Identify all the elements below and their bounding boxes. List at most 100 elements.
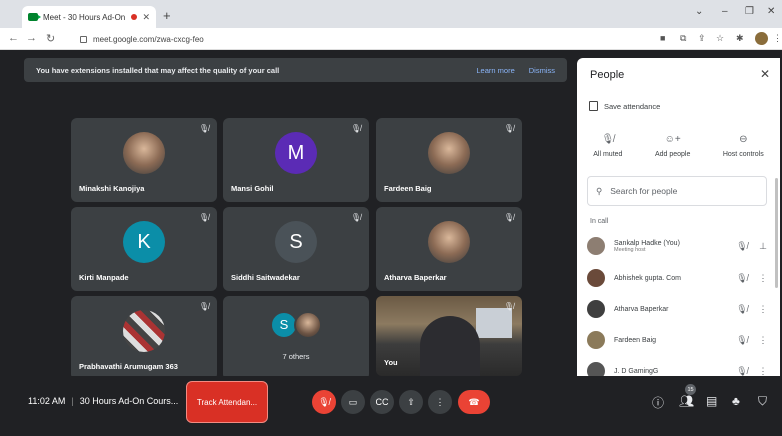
bookmark-star-icon[interactable]: ☆ [716, 33, 724, 44]
list-item[interactable]: Abhishek gupta. Com 🎙︎̸ ⋮ [587, 265, 772, 291]
lock-icon [80, 35, 87, 43]
people-icon[interactable]: 👥︎ [679, 394, 694, 408]
muted-mic-icon: 🎙︎̸ [503, 124, 514, 133]
participant-tile[interactable]: 🎙︎̸ Atharva Baperkar [376, 207, 522, 291]
maximize-icon[interactable]: ❐ [745, 6, 754, 17]
share-icon[interactable]: ⧉ [680, 33, 686, 44]
reload-icon[interactable]: ↻ [46, 32, 55, 45]
browser-menu-icon[interactable]: ⋮ [773, 33, 782, 44]
forward-icon[interactable]: → [26, 32, 37, 44]
participant-name: You [384, 358, 398, 367]
muted-mic-icon: 🎙︎̸ [198, 302, 209, 311]
participant-tile[interactable]: 🎙︎̸ Fardeen Baig [376, 118, 522, 202]
window-close-icon[interactable]: ✕ [767, 6, 775, 17]
mic-off-icon[interactable]: 🎙︎̸ [730, 335, 754, 346]
muted-mic-icon: 🎙︎̸ [198, 213, 209, 222]
meeting-name: 30 Hours Ad-On Cours... [79, 396, 179, 406]
more-options-icon: ⋮ [435, 396, 445, 407]
muted-mic-icon: 🎙︎̸ [198, 124, 209, 133]
tab-close-icon[interactable]: ✕ [142, 12, 150, 23]
more-options-icon[interactable]: ⋮ [754, 304, 772, 315]
camera-toggle-button[interactable]: ▭ [341, 390, 365, 414]
avatar [587, 331, 605, 349]
avatar [294, 310, 322, 339]
more-options-button[interactable]: ⋮ [428, 390, 452, 414]
avatar [123, 132, 165, 175]
person-name: Atharva Baperkar [614, 305, 669, 313]
back-icon[interactable]: ← [8, 32, 19, 44]
panel-scrollbar[interactable] [775, 178, 778, 288]
others-avatars: S [270, 310, 322, 339]
close-icon[interactable]: ✕ [760, 67, 770, 81]
participant-name: Kirti Manpade [79, 273, 129, 282]
participant-name: Prabhavathi Arumugam 363 [79, 362, 178, 371]
avatar [428, 221, 470, 264]
minimize-icon[interactable]: – [722, 6, 728, 17]
panel-title: People [590, 69, 625, 81]
others-count-label: 7 others [282, 352, 310, 361]
captions-button[interactable]: CC [370, 390, 394, 414]
others-tile[interactable]: S 7 others [223, 296, 369, 380]
host-controls-icon[interactable]: ⛉ [758, 394, 767, 409]
extensions-icon[interactable]: ✱ [736, 33, 744, 44]
chat-icon[interactable]: ▤ [706, 394, 717, 408]
pin-icon[interactable]: ⊥ [754, 241, 772, 252]
mute-all-button[interactable]: 🎙︎̸ All muted [593, 134, 622, 158]
self-video-tile[interactable]: 🎙︎̸ You [376, 296, 522, 376]
mic-off-icon[interactable]: 🎙︎̸ [730, 366, 754, 377]
muted-mic-icon: 🎙︎̸ [350, 213, 361, 222]
list-item[interactable]: Fardeen Baig 🎙︎̸ ⋮ [587, 327, 772, 353]
more-options-icon[interactable]: ⋮ [754, 366, 772, 377]
participant-tile[interactable]: 🎙︎̸ S Siddhi Saitwadekar [223, 207, 369, 291]
meet-logo-icon [28, 13, 41, 21]
mic-off-icon[interactable]: 🎙︎̸ [730, 241, 754, 252]
save-attendance-button[interactable]: Save attendance [589, 101, 660, 111]
browser-tab[interactable]: Meet - 30 Hours Ad-On Co... ✕ [22, 6, 156, 28]
avatar [587, 300, 605, 318]
search-input[interactable]: ⚲ Search for people [587, 176, 767, 206]
panel-actions: 🎙︎̸ All muted ☺+ Add people ⊖ Host contr… [577, 134, 780, 158]
mic-toggle-button[interactable]: 🎙︎̸ [312, 390, 336, 414]
participant-tile[interactable]: 🎙︎̸ M Mansi Gohil [223, 118, 369, 202]
mic-off-icon: 🎙︎̸ [601, 134, 615, 145]
avatar: M [275, 132, 317, 175]
camera-icon[interactable]: ■ [660, 33, 665, 43]
self-video-person [420, 316, 480, 376]
list-item[interactable]: J. D GamingG 🎙︎̸ ⋮ [587, 358, 772, 376]
add-people-button[interactable]: ☺+ Add people [655, 134, 690, 158]
participant-name: Minakshi Kanojiya [79, 184, 145, 193]
avatar [587, 237, 605, 255]
more-options-icon[interactable]: ⋮ [754, 335, 772, 346]
participant-tile[interactable]: 🎙︎̸ Minakshi Kanojiya [71, 118, 217, 202]
leave-call-button[interactable]: ☎ [458, 390, 490, 414]
profile-avatar[interactable] [755, 32, 768, 45]
url-text: meet.google.com/zwa-cxcg-feo [93, 34, 204, 44]
mic-off-icon[interactable]: 🎙︎̸ [730, 273, 754, 284]
extensions-warning-banner: You have extensions installed that may a… [24, 58, 567, 82]
muted-mic-icon: 🎙︎̸ [503, 213, 514, 222]
dismiss-link[interactable]: Dismiss [529, 66, 555, 75]
new-tab-icon[interactable]: + [163, 8, 171, 23]
mic-off-icon[interactable]: 🎙︎̸ [730, 304, 754, 315]
list-item[interactable]: Sankalp Hadke (You) Meeting host 🎙︎̸ ⊥ [587, 233, 772, 259]
host-controls-button[interactable]: ⊖ Host controls [723, 134, 764, 158]
more-options-icon[interactable]: ⋮ [754, 273, 772, 284]
list-item[interactable]: Atharva Baperkar 🎙︎̸ ⋮ [587, 296, 772, 322]
track-attendance-button[interactable]: Track Attendan... [186, 381, 268, 423]
screenshare-icon[interactable]: ⇪ [698, 33, 706, 44]
participant-tile[interactable]: 🎙︎̸ K Kirti Manpade [71, 207, 217, 291]
tab-search-icon[interactable]: ⌄ [695, 6, 703, 17]
activities-icon[interactable]: ♣ [732, 394, 740, 408]
avatar [428, 132, 470, 175]
participant-name: Atharva Baperkar [384, 273, 447, 282]
banner-message: You have extensions installed that may a… [36, 65, 280, 75]
learn-more-link[interactable]: Learn more [476, 66, 514, 75]
avatar: S [275, 221, 317, 264]
recording-dot-icon [131, 14, 138, 20]
present-button[interactable]: ⇧ [399, 390, 423, 414]
url-field[interactable]: meet.google.com/zwa-cxcg-feo [80, 31, 640, 47]
save-attendance-label: Save attendance [604, 101, 661, 111]
participant-tile[interactable]: 🎙︎̸ Prabhavathi Arumugam 363 [71, 296, 217, 380]
info-icon[interactable]: ⓘ [652, 394, 664, 411]
present-icon: ⇧ [407, 396, 415, 407]
